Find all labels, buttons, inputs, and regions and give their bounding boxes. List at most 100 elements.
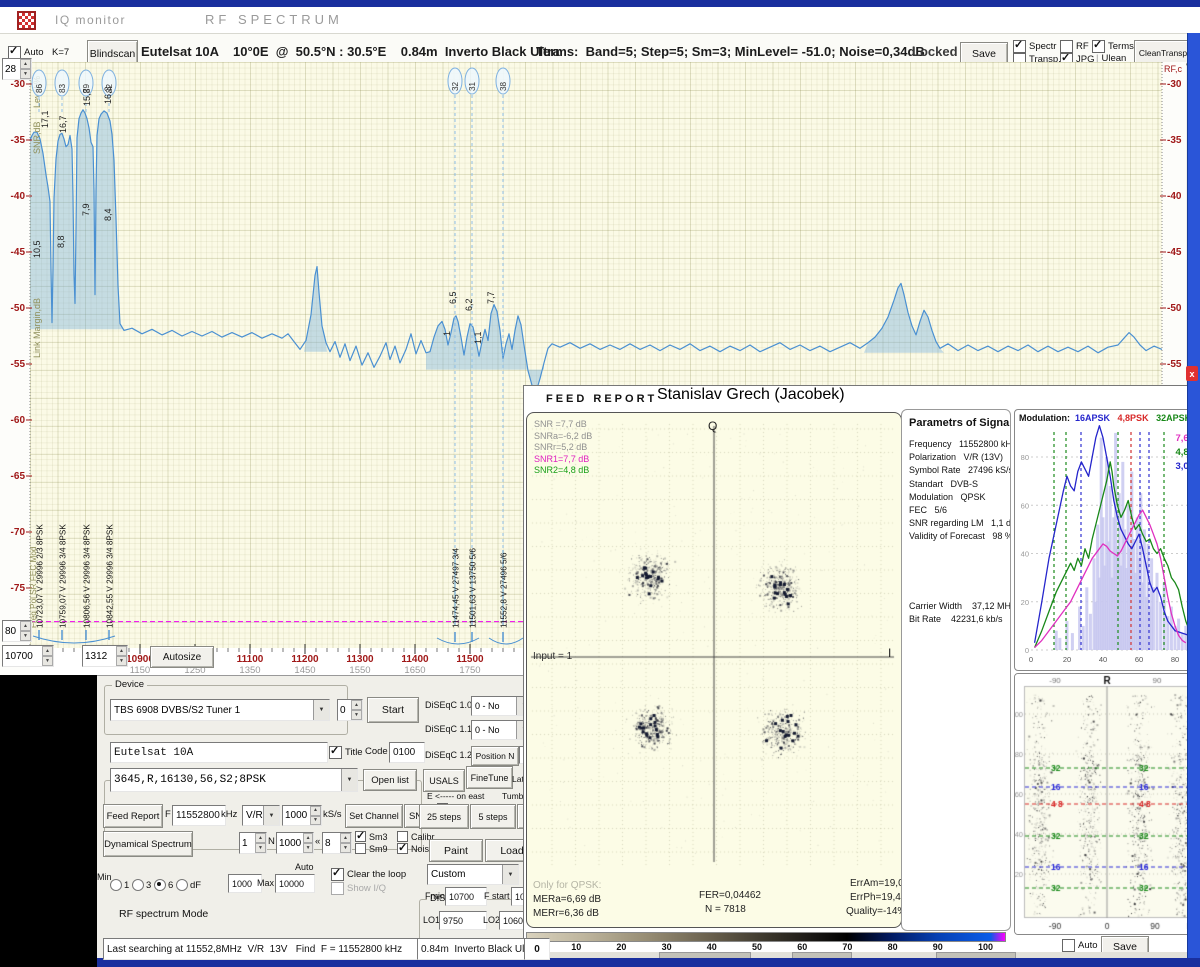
toolbar-header: Eutelsat 10A 10°0E @ 50.5°N : 30.5°E 0.8… xyxy=(141,44,560,59)
x-axis-label-if: 1750 xyxy=(459,665,480,675)
start-button[interactable]: Start xyxy=(367,697,419,723)
autosize-button[interactable]: Autosize xyxy=(150,646,214,668)
code-field[interactable]: 0100 xyxy=(389,742,425,763)
device-index-spinner[interactable]: 0 ▲ ▼ xyxy=(337,699,363,721)
phase-auto-checkbox-row[interactable]: Auto xyxy=(1062,939,1098,952)
show-iq-checkbox[interactable] xyxy=(331,882,344,895)
show-iq-checkbox-row[interactable]: Show I/Q xyxy=(331,882,386,895)
position-n-button[interactable]: Position N xyxy=(471,746,519,766)
x-axis-label-freq: 11500 xyxy=(456,654,484,665)
n2-spinner[interactable]: 1000 ▲ ▼ xyxy=(276,832,314,854)
chevron-down-icon[interactable]: ▼ xyxy=(341,769,357,791)
x-axis-label-if: 1650 xyxy=(404,665,425,675)
svg-text:20: 20 xyxy=(1063,655,1071,664)
app-logo-icon xyxy=(17,11,36,30)
max-field[interactable]: 10000 xyxy=(275,874,315,893)
spectr-checkbox-row[interactable]: Spectr xyxy=(1013,38,1056,53)
dynamical-spectrum-button[interactable]: Dynamical Spectrum xyxy=(103,831,193,857)
freqstep-6-radio-row[interactable]: 6 xyxy=(154,879,173,891)
scale-number: 40 xyxy=(706,942,717,952)
clear-loop-checkbox[interactable] xyxy=(331,866,344,881)
n3-spinner[interactable]: 8 ▲ ▼ xyxy=(322,832,352,854)
spectr-checkbox[interactable] xyxy=(1013,38,1026,53)
paint-label: Paint xyxy=(444,844,468,857)
lo1-field[interactable]: 9750 xyxy=(439,911,487,930)
i-axis-label: I xyxy=(888,646,892,660)
set-channel-button[interactable]: Set Channel xyxy=(345,804,403,828)
svg-text:40: 40 xyxy=(1099,655,1107,664)
merr-value: MERr=6,36 dB xyxy=(533,908,599,919)
code-label: Code xyxy=(365,746,388,757)
chevron-down-icon[interactable]: ▼ xyxy=(502,865,518,884)
channel-combo-value: 3645,R,16130,56,S2;8PSK xyxy=(114,774,266,786)
svg-text:80: 80 xyxy=(1021,453,1029,462)
freqstep-1-radio-row[interactable]: 1 xyxy=(110,879,129,891)
steps-5-button[interactable]: 5 steps xyxy=(470,804,516,829)
chevron-down-icon[interactable]: ▼ xyxy=(263,806,279,825)
sm9-checkbox[interactable] xyxy=(355,843,366,854)
symbolrate-spinner[interactable]: 1000 ▲ ▼ xyxy=(282,805,322,826)
freqstep-df-radio[interactable] xyxy=(176,879,188,891)
finetune-button[interactable]: FineTune xyxy=(466,766,513,789)
freqstep-6-radio[interactable] xyxy=(154,879,166,891)
satellite-name-field[interactable]: Eutelsat 10A xyxy=(110,742,328,763)
east-label: E <----- on east xyxy=(427,791,485,801)
vertical-scrollbar[interactable] xyxy=(1187,33,1200,958)
freqstep-3-radio-row[interactable]: 3 xyxy=(132,879,151,891)
x-axis-label-freq: 11400 xyxy=(401,654,429,665)
terms-checkbox[interactable] xyxy=(1092,38,1105,53)
usals-button[interactable]: USALS xyxy=(423,769,465,792)
usals-label: USALS xyxy=(429,775,459,786)
open-list-button[interactable]: Open list xyxy=(363,769,417,791)
n3-value: 8 xyxy=(325,837,331,849)
sm9-checkbox-row[interactable]: Sm9 xyxy=(355,843,388,854)
signal-param-line: Symbol Rate 27496 kS/s xyxy=(909,465,1011,476)
paint-button[interactable]: Paint xyxy=(429,839,483,862)
channel-combo[interactable]: 3645,R,16130,56,S2;8PSK ▼ xyxy=(110,768,358,792)
close-icon[interactable]: x xyxy=(1186,366,1198,381)
freqstep-1-radio[interactable] xyxy=(110,879,122,891)
finetune-label: FineTune xyxy=(470,772,509,783)
control-panel: Device TBS 6908 DVBS/S2 Tuner 1 ▼ 0 ▲ ▼ Sta… xyxy=(97,675,573,967)
signal-param-line: Bit Rate 42231,6 kb/s xyxy=(909,614,1003,625)
load-label: Load xyxy=(500,844,524,857)
locked-status: Locked xyxy=(912,44,958,59)
steps-25-button[interactable]: 25 steps xyxy=(419,804,469,829)
chevron-down-icon[interactable]: ▼ xyxy=(313,700,329,720)
device-group-label: Device xyxy=(112,679,148,690)
freq-start-spinner[interactable]: 10700 ▲ ▼ xyxy=(2,645,54,667)
constellation-canvas xyxy=(528,414,898,874)
frequency-field[interactable]: 11552800 xyxy=(172,805,226,826)
device-combo[interactable]: TBS 6908 DVBS/S2 Tuner 1 ▼ xyxy=(110,699,330,721)
min-value: 1000 xyxy=(232,878,253,889)
feed-report-button[interactable]: Feed Report xyxy=(103,804,163,828)
svg-text:80: 80 xyxy=(1171,655,1179,664)
ksps-label: kS/s xyxy=(323,809,342,820)
freq-span-spinner[interactable]: 1312 ▲ ▼ xyxy=(82,645,128,667)
custom-combo[interactable]: Custom ▼ xyxy=(427,864,519,885)
title-checkbox[interactable] xyxy=(329,744,342,759)
snr-readout: SNR =7,7 dB xyxy=(534,419,587,429)
fmin-field[interactable]: 10700 xyxy=(445,887,487,906)
scale-number: 70 xyxy=(842,942,853,952)
title-checkbox-row[interactable]: Title xyxy=(329,744,363,759)
level-bottom-spinner[interactable]: 80 ▲ ▼ xyxy=(2,620,32,642)
clear-loop-checkbox-row[interactable]: Clear the loop xyxy=(331,866,406,881)
close-label: x xyxy=(1189,368,1195,379)
freqstep-3-radio[interactable] xyxy=(132,879,144,891)
sm3-checkbox[interactable] xyxy=(355,829,366,842)
noise-checkbox[interactable] xyxy=(397,841,408,854)
sm3-checkbox-row[interactable]: Sm3 xyxy=(355,829,388,842)
svg-text:20: 20 xyxy=(1021,598,1029,607)
terms-checkbox-row[interactable]: Terms xyxy=(1092,38,1134,53)
level-top-spinner[interactable]: 28 ▲ ▼ xyxy=(2,58,32,80)
freq-span-value: 1312 xyxy=(85,650,108,662)
freqstep-df-radio-row[interactable]: dF xyxy=(176,879,201,891)
bottom-left-black xyxy=(0,675,97,967)
n1-spinner[interactable]: 1 ▲ ▼ xyxy=(239,832,267,854)
steps-5-label: 5 steps xyxy=(478,811,508,822)
mera-value: MERa=6,69 dB xyxy=(533,894,602,905)
polarization-combo[interactable]: V/R ▼ xyxy=(242,805,280,826)
top-strip xyxy=(0,0,1200,7)
phase-auto-checkbox[interactable] xyxy=(1062,939,1075,952)
